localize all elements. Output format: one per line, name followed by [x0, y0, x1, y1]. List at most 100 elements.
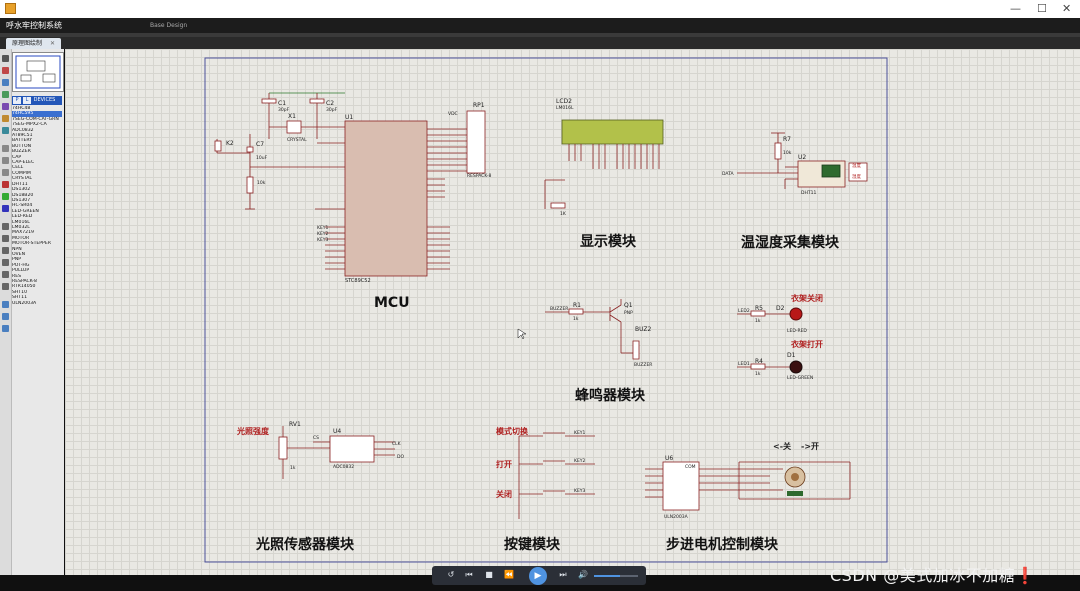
next-button[interactable]: ⏭ — [558, 570, 568, 580]
component-tool-icon[interactable] — [2, 67, 9, 74]
mirror-icon[interactable] — [2, 325, 9, 332]
mcu-ref: U1 — [345, 114, 353, 121]
pick-device-button[interactable]: P — [13, 97, 21, 104]
play-button[interactable]: ▶ — [529, 567, 547, 585]
schematic-canvas[interactable]: U1 STC89C52 C1 30pF C2 30pF X1 CRYSTAL K… — [65, 49, 1080, 575]
r5-ref: R5 — [755, 305, 763, 312]
lcd-part: LM016L — [556, 105, 574, 111]
generator-tool-icon[interactable] — [2, 193, 9, 200]
tab-schematic[interactable]: 原理图绘制 ✕ — [6, 38, 61, 49]
junction-tool-icon[interactable] — [2, 79, 9, 86]
pin-tool-icon[interactable] — [2, 157, 9, 164]
replay-icon[interactable]: ↺ — [446, 570, 456, 580]
minimize-button[interactable]: — — [1010, 2, 1021, 16]
net-key3: KEY3 — [317, 237, 329, 243]
r1-ref: R1 — [573, 302, 581, 309]
select-tool-icon[interactable] — [2, 55, 9, 62]
r5-val: 1k — [755, 318, 761, 324]
dir-close-label: <-关 — [773, 441, 791, 451]
rv1-ref: RV1 — [289, 421, 301, 428]
u2-ref: U2 — [798, 154, 806, 161]
window-top-bar: — ☐ ✕ — [0, 0, 1080, 18]
csdn-watermark: CSDN @美式加冰不加糖❗ — [830, 566, 1036, 585]
mcu-part: STC89C52 — [345, 278, 371, 284]
temp-label: 温度 — [852, 162, 861, 169]
probe-tool-icon[interactable] — [2, 181, 9, 188]
zoom-label: Base Design — [150, 22, 188, 29]
media-player-controls: ↺ ⏮ ■ ⏪ ▶ ⏭ 🔊 — [432, 566, 646, 585]
key1-net: KEY1 — [574, 430, 586, 436]
box-tool-icon[interactable] — [2, 235, 9, 242]
led2-net: LED2 — [738, 308, 750, 314]
rotate-cw-icon[interactable] — [2, 301, 9, 308]
circle-tool-icon[interactable] — [2, 247, 9, 254]
rack-open-label: 衣架打开 — [791, 339, 823, 349]
close-key-label: 关闭 — [496, 489, 512, 499]
keys-module-label: 按键模块 — [504, 536, 561, 553]
adc0832-chip — [329, 435, 375, 463]
terminal-tool-icon[interactable] — [2, 145, 9, 152]
path-tool-icon[interactable] — [2, 271, 9, 278]
tab-bar: 原理图绘制 ✕ — [0, 37, 1080, 49]
subcircuit-tool-icon[interactable] — [2, 127, 9, 134]
motor-position-readout — [787, 491, 803, 496]
sheet-border — [204, 57, 888, 563]
device-list-item[interactable]: ULN2003A — [12, 301, 62, 306]
res-10k — [246, 176, 254, 194]
volume-icon[interactable]: 🔊 — [578, 570, 588, 580]
bus-tool-icon[interactable] — [2, 115, 9, 122]
text-tool-icon[interactable] — [2, 103, 9, 110]
r7-val: 10k — [783, 150, 792, 156]
stepper-module-label: 步进电机控制模块 — [666, 536, 779, 553]
mcu-chip — [344, 120, 428, 277]
display-block — [544, 119, 664, 209]
buzzer-module-label: 蜂鸣器模块 — [575, 387, 646, 404]
stop-button[interactable]: ■ — [484, 570, 494, 580]
rp1-part: RESPACK-8 — [467, 173, 491, 179]
line-tool-icon[interactable] — [2, 223, 9, 230]
skip-back-icon[interactable]: ⏮ — [464, 570, 474, 580]
keys-block — [518, 432, 595, 519]
net-key1: KEY1 — [317, 225, 329, 231]
close-button[interactable]: ✕ — [1062, 2, 1071, 16]
app-title-bar: 呼水牢控制系统 Base Design — [0, 18, 1080, 33]
led-block — [737, 310, 790, 370]
rp1-ref: RP1 — [473, 102, 485, 109]
symbol-tool-icon[interactable] — [2, 283, 9, 290]
lcd-r-val: 1K — [560, 211, 567, 217]
r4-ref: R4 — [755, 358, 763, 365]
humidity-label: 湿度 — [852, 173, 861, 180]
device-list[interactable]: 74HC48 74HC595 7SEG-COM-CAT-GRN 7SEG-MPX2-C… — [12, 106, 62, 306]
light-intensity-label: 光照强度 — [236, 426, 270, 436]
u2-part: DHT11 — [801, 190, 816, 196]
rotate-ccw-icon[interactable] — [2, 313, 9, 320]
graph-tool-icon[interactable] — [2, 169, 9, 176]
k2-ref: K2 — [226, 140, 234, 147]
arc-tool-icon[interactable] — [2, 259, 9, 266]
u4-part: ADC0832 — [333, 464, 354, 470]
library-button[interactable]: L — [23, 97, 31, 104]
pot-rv1 — [278, 436, 288, 460]
led-green-d1 — [789, 360, 803, 374]
respack-rp1 — [466, 110, 486, 174]
instrument-tool-icon[interactable] — [2, 205, 9, 212]
c7-ref: C7 — [256, 141, 264, 148]
overview-window[interactable] — [12, 52, 64, 92]
buzzer-body — [632, 340, 640, 360]
lcd-contrast-resistor — [550, 202, 566, 209]
maximize-button[interactable]: ☐ — [1037, 2, 1047, 16]
clk-net: CLK — [392, 441, 402, 447]
open-key-label: 打开 — [496, 459, 512, 469]
x1-part: CRYSTAL — [287, 137, 307, 143]
wire-label-tool-icon[interactable] — [2, 91, 9, 98]
overview-thumbnail — [15, 55, 61, 89]
r7-ref: R7 — [783, 136, 791, 143]
key2-net: KEY2 — [574, 458, 586, 464]
volume-level — [594, 575, 620, 577]
previous-button[interactable]: ⏪ — [504, 570, 514, 580]
buzzer-net: BUZZER — [550, 306, 568, 312]
tab-close-icon[interactable]: ✕ — [50, 40, 55, 47]
res-r7 — [774, 142, 782, 160]
q1-ref: Q1 — [624, 302, 633, 309]
key3-net: KEY3 — [574, 488, 586, 494]
